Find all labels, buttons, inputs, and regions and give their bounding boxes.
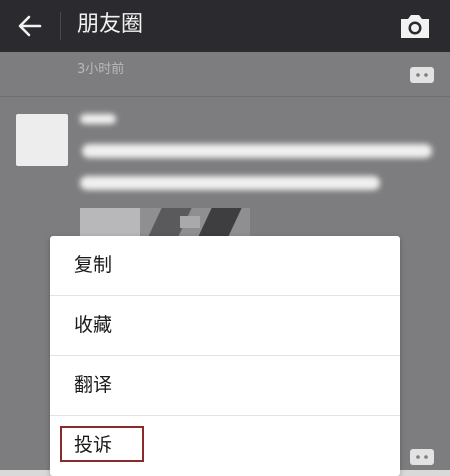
- back-arrow-icon[interactable]: [16, 12, 44, 40]
- menu-item-label: 翻译: [74, 374, 113, 396]
- comment-bubble-icon[interactable]: [409, 66, 435, 84]
- menu-item-copy[interactable]: 复制: [50, 236, 400, 296]
- top-navigation-bar: 朋友圈: [0, 0, 450, 52]
- post-time: 3小时前: [77, 62, 125, 77]
- title-divider: [60, 12, 61, 40]
- menu-item-report[interactable]: 投诉: [50, 416, 400, 475]
- menu-item-label: 收藏: [74, 314, 113, 336]
- post-divider: [0, 96, 450, 97]
- blurred-username: [80, 114, 116, 124]
- menu-item-translate[interactable]: 翻译: [50, 356, 400, 416]
- comment-bubble-icon[interactable]: [409, 448, 435, 466]
- menu-item-label: 投诉: [74, 434, 113, 456]
- context-menu: 复制 收藏 翻译 投诉: [50, 236, 400, 476]
- camera-icon[interactable]: [398, 11, 432, 41]
- blurred-post-text: [82, 144, 432, 158]
- avatar[interactable]: [16, 114, 68, 166]
- page-title: 朋友圈: [77, 12, 144, 37]
- menu-item-favorite[interactable]: 收藏: [50, 296, 400, 356]
- blurred-post-text: [80, 176, 380, 190]
- menu-item-label: 复制: [74, 254, 113, 276]
